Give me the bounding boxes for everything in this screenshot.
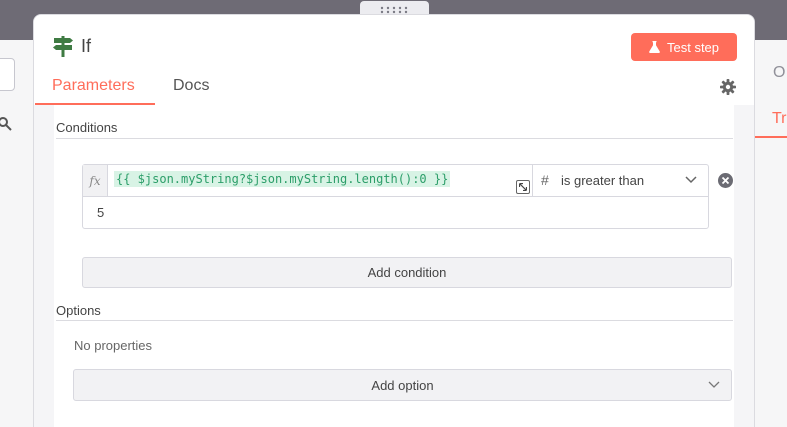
condition-operator-select[interactable]: is greater than <box>561 173 644 188</box>
options-divider <box>56 320 733 321</box>
close-icon <box>721 176 730 185</box>
signpost-icon <box>53 36 73 57</box>
grip-dots-icon <box>380 6 407 13</box>
expression-mode-indicator: fx <box>83 165 108 196</box>
number-type-icon: # <box>541 172 549 188</box>
condition-row-divider <box>83 196 708 197</box>
gear-icon[interactable] <box>720 79 736 95</box>
modal-header: If Test step Parameters Docs <box>34 15 754 105</box>
input-panel-search-field[interactable] <box>0 58 15 91</box>
node-details-modal: If Test step Parameters Docs Conditions <box>33 14 755 427</box>
add-option-label: Add option <box>371 377 434 393</box>
condition-right-value-input[interactable]: 5 <box>97 205 104 220</box>
input-panel <box>0 40 34 427</box>
node-title[interactable]: If <box>81 36 91 57</box>
chevron-down-icon[interactable] <box>685 176 697 184</box>
parameters-panel: Conditions fx {{ $json.myString?$json.my… <box>54 105 734 427</box>
output-panel-header: O <box>773 64 786 81</box>
output-panel-tab-underline <box>754 136 787 138</box>
output-panel-tab[interactable]: Tr <box>772 110 787 128</box>
remove-condition-icon[interactable] <box>718 173 733 188</box>
tab-parameters[interactable]: Parameters <box>52 77 135 95</box>
add-condition-button[interactable]: Add condition <box>82 257 732 288</box>
search-icon[interactable] <box>0 117 12 131</box>
add-condition-label: Add condition <box>367 265 447 280</box>
test-step-label: Test step <box>666 39 720 55</box>
operator-divider <box>532 165 533 196</box>
conditions-section-label: Conditions <box>56 120 118 135</box>
condition-row: fx {{ $json.myString?$json.myString.leng… <box>82 164 709 229</box>
output-panel <box>754 40 787 427</box>
flask-icon <box>649 41 660 53</box>
test-step-button[interactable]: Test step <box>631 33 737 61</box>
options-section-label: Options <box>56 303 101 318</box>
add-option-button[interactable]: Add option <box>73 369 732 401</box>
tab-docs[interactable]: Docs <box>173 77 209 95</box>
chevron-down-icon <box>708 381 720 388</box>
modal-body: Conditions fx {{ $json.myString?$json.my… <box>34 105 754 427</box>
conditions-divider <box>56 138 733 139</box>
expand-editor-icon[interactable] <box>516 180 530 194</box>
no-properties-text: No properties <box>74 338 153 353</box>
condition-left-value-expression[interactable]: {{ $json.myString?$json.myString.length(… <box>114 171 451 187</box>
